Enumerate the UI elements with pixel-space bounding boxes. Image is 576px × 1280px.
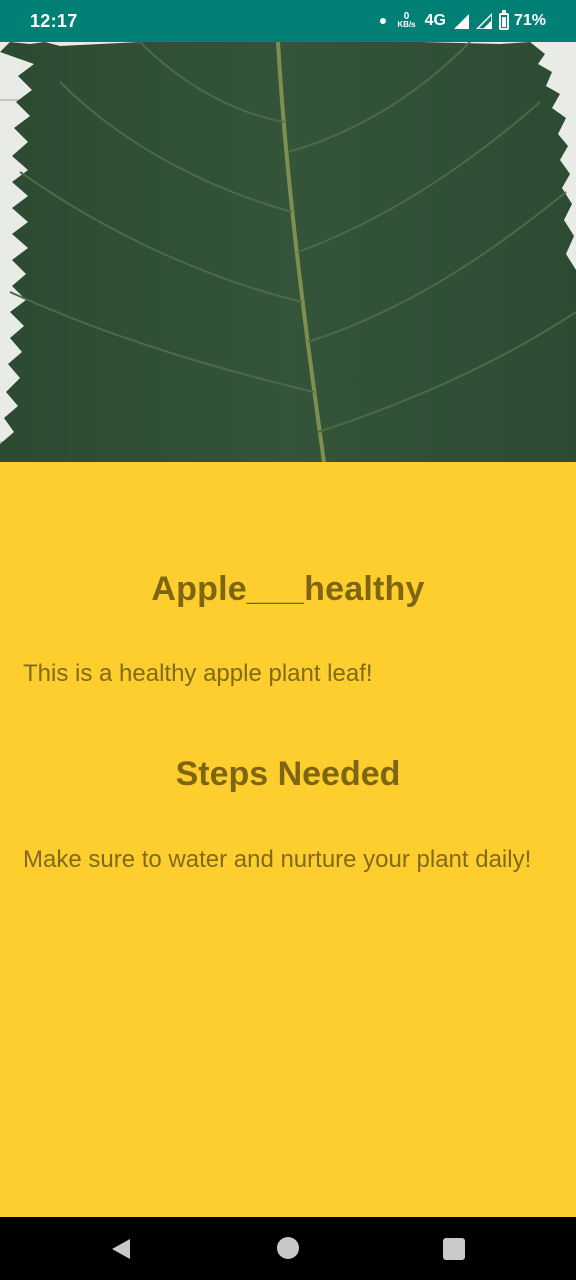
home-icon[interactable] [277, 1237, 299, 1259]
signal-strength-secondary-icon [475, 13, 492, 29]
signal-strength-icon [453, 14, 469, 29]
status-bar: 12:17 0 KB/s 4G 71% [0, 0, 576, 42]
recents-icon[interactable] [443, 1238, 465, 1260]
status-icons: 0 KB/s 4G 71% [380, 9, 546, 30]
disease-description: This is a healthy apple plant leaf! [23, 660, 373, 687]
battery-indicator: 71% [498, 9, 546, 30]
notification-dot-icon [380, 18, 387, 24]
data-speed-indicator: 0 KB/s [397, 12, 416, 29]
battery-icon [498, 9, 509, 30]
leaf-photo [0, 42, 576, 462]
steps-text: Make sure to water and nurture your plan… [23, 846, 532, 873]
result-panel: Apple___healthy This is a healthy apple … [0, 462, 576, 1217]
battery-percentage: 71% [513, 12, 546, 29]
leaf-image [0, 42, 576, 462]
status-time: 12:17 [30, 10, 78, 31]
steps-heading: Steps Needed [175, 755, 401, 793]
disease-title: Apple___healthy [151, 570, 425, 608]
back-icon[interactable] [108, 1236, 134, 1262]
navigation-bar [0, 1217, 576, 1280]
network-type: 4G [424, 12, 446, 29]
data-speed-unit: KB/s [397, 20, 416, 29]
